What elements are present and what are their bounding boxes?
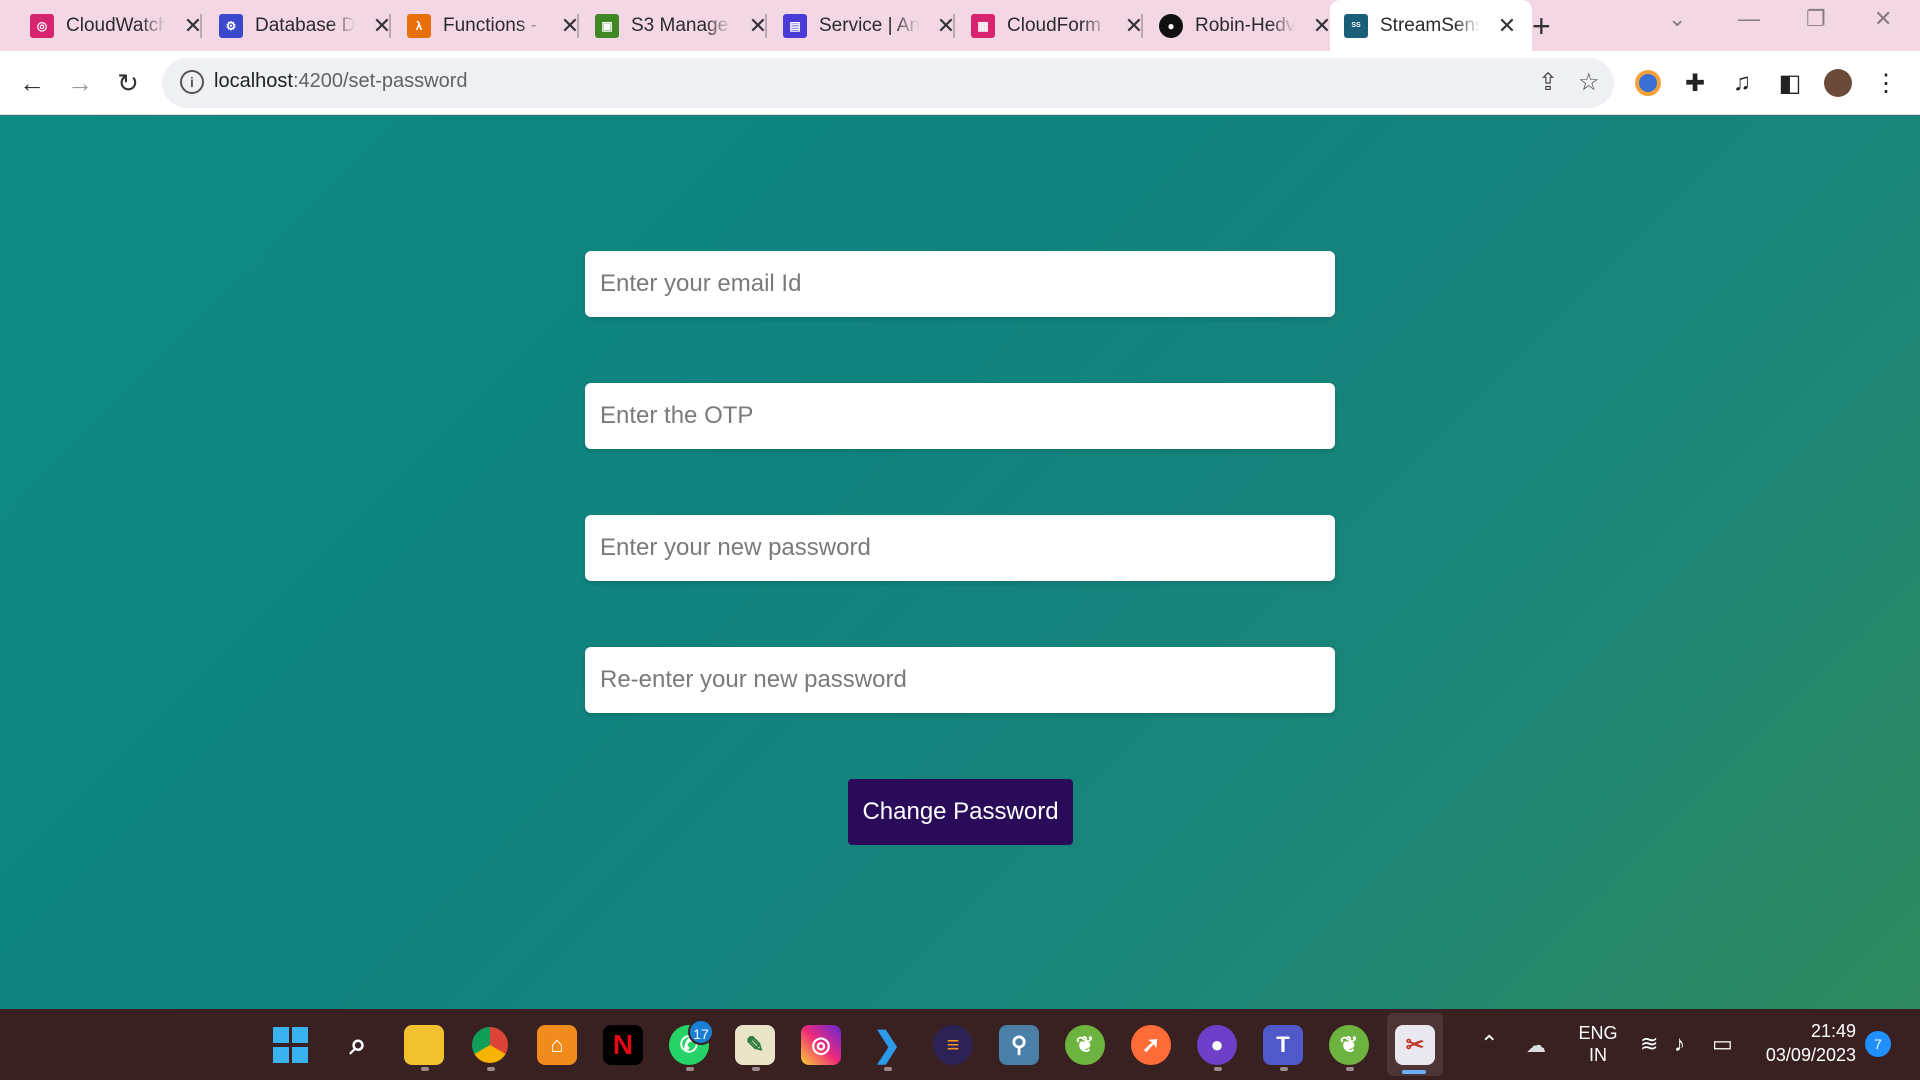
reload-icon[interactable]: ↻ bbox=[108, 63, 148, 103]
url-text[interactable]: localhost:4200/set-password bbox=[214, 70, 467, 93]
extensions-puzzle-icon[interactable]: ✚ bbox=[1677, 65, 1713, 101]
whatsapp-badge: 17 bbox=[688, 1019, 714, 1045]
new-password-input[interactable] bbox=[585, 515, 1335, 581]
tab-title: CloudWatch bbox=[66, 14, 166, 36]
windows-taskbar: ⌕ ⌂ N ✆ 17 ✎ ◎ ❯ ≡ ⚲ ❦ ➚ ● T ❦ ✂ ⌃ ☁ ENG… bbox=[0, 1009, 1920, 1080]
onedrive-error-icon[interactable]: ☁ bbox=[1526, 1033, 1546, 1058]
spring-tools-icon[interactable]: ❦ bbox=[1329, 1025, 1369, 1065]
tab-title: CloudForm bbox=[1007, 14, 1101, 36]
battery-icon[interactable]: ▭ bbox=[1712, 1031, 1733, 1057]
snipping-tool-icon[interactable]: ✂ bbox=[1395, 1025, 1435, 1065]
url-host: localhost bbox=[214, 70, 293, 92]
tab-database[interactable]: ⚙ Database D ✕ bbox=[189, 0, 407, 51]
tab-streamsense[interactable]: SS StreamSens ✕ bbox=[1330, 0, 1532, 51]
tab-title: Robin-Hedv bbox=[1195, 14, 1295, 36]
tab-title: Service | An bbox=[819, 14, 919, 36]
profile-avatar[interactable] bbox=[1820, 65, 1856, 101]
back-arrow-icon[interactable]: ← bbox=[12, 63, 52, 103]
tab-search-icon[interactable]: ⌄ bbox=[1668, 6, 1686, 32]
close-icon[interactable]: ✕ bbox=[1496, 13, 1518, 39]
teams-icon[interactable]: T bbox=[1263, 1025, 1303, 1065]
tab-s3[interactable]: ▣ S3 Manage ✕ bbox=[565, 0, 783, 51]
clock[interactable]: 21:49 03/09/2023 bbox=[1756, 1019, 1856, 1067]
change-password-button[interactable]: Change Password bbox=[848, 779, 1073, 845]
confirm-password-input[interactable] bbox=[585, 647, 1335, 713]
site-info-icon[interactable]: i bbox=[180, 70, 204, 94]
chrome-icon[interactable] bbox=[470, 1025, 510, 1065]
language-indicator[interactable]: ENG IN bbox=[1578, 1022, 1618, 1066]
tab-cloudformation[interactable]: ▦ CloudForm ✕ bbox=[941, 0, 1159, 51]
wifi-icon[interactable]: ≋ bbox=[1640, 1031, 1658, 1057]
volume-icon[interactable]: ♪ bbox=[1674, 1031, 1685, 1057]
spring-icon[interactable]: ❦ bbox=[1065, 1025, 1105, 1065]
vscode-icon[interactable]: ❯ bbox=[867, 1025, 907, 1065]
lambda-icon: λ bbox=[407, 13, 431, 38]
cloudwatch-icon: ◎ bbox=[30, 13, 54, 38]
forward-arrow-icon[interactable]: → bbox=[60, 63, 100, 103]
close-window-button[interactable]: ✕ bbox=[1874, 6, 1892, 32]
url-path: :4200/set-password bbox=[292, 70, 468, 92]
clock-time: 21:49 bbox=[1810, 1021, 1856, 1041]
file-explorer-icon[interactable] bbox=[404, 1025, 444, 1065]
mysql-workbench-icon[interactable]: ⚲ bbox=[999, 1025, 1039, 1065]
running-indicator bbox=[1214, 1067, 1222, 1071]
running-indicator bbox=[686, 1067, 694, 1071]
otp-input[interactable] bbox=[585, 383, 1335, 449]
app-orange-icon[interactable]: ⌂ bbox=[537, 1025, 577, 1065]
minimize-button[interactable]: — bbox=[1738, 6, 1760, 32]
search-icon[interactable]: ⌕ bbox=[338, 1025, 378, 1065]
browser-toolbar: ← → ↻ i localhost:4200/set-password ⇪ ☆ … bbox=[0, 51, 1920, 115]
tab-functions[interactable]: λ Functions - ✕ bbox=[377, 0, 595, 51]
running-indicator bbox=[1280, 1067, 1288, 1071]
clock-date: 03/09/2023 bbox=[1765, 1045, 1856, 1065]
notification-badge[interactable]: 7 bbox=[1865, 1031, 1891, 1057]
running-indicator bbox=[752, 1067, 760, 1071]
instagram-icon[interactable]: ◎ bbox=[801, 1025, 841, 1065]
running-indicator bbox=[1346, 1067, 1354, 1071]
address-bar[interactable]: i localhost:4200/set-password ⇪ ☆ bbox=[162, 58, 1614, 108]
share-icon[interactable]: ⇪ bbox=[1538, 68, 1558, 97]
new-tab-button[interactable]: + bbox=[1532, 8, 1551, 45]
database-icon: ⚙ bbox=[219, 13, 243, 38]
set-password-page: Change Password bbox=[0, 116, 1920, 1009]
tab-title: StreamSens bbox=[1380, 14, 1480, 36]
restore-button[interactable]: ❐ bbox=[1806, 6, 1826, 32]
tab-title: Functions - bbox=[443, 14, 537, 36]
tab-github[interactable]: ● Robin-Hedv ✕ bbox=[1129, 0, 1347, 51]
email-input[interactable] bbox=[585, 251, 1335, 317]
bookmark-star-icon[interactable]: ☆ bbox=[1578, 68, 1600, 97]
extension-vpn-icon[interactable] bbox=[1630, 65, 1666, 101]
netflix-icon[interactable]: N bbox=[603, 1025, 643, 1065]
tray-overflow-chevron-icon[interactable]: ⌃ bbox=[1480, 1031, 1498, 1057]
running-indicator bbox=[421, 1067, 429, 1071]
eclipse-icon[interactable]: ≡ bbox=[933, 1025, 973, 1065]
notepad-icon[interactable]: ✎ bbox=[735, 1025, 775, 1065]
media-control-icon[interactable]: ♫ bbox=[1724, 65, 1760, 101]
cloudformation-icon: ▦ bbox=[971, 13, 995, 38]
start-windows-icon[interactable] bbox=[271, 1026, 309, 1064]
tab-strip: ◎ CloudWatch ✕ ⚙ Database D ✕ λ Function… bbox=[0, 0, 1920, 51]
github-icon: ● bbox=[1159, 13, 1183, 38]
streamsense-icon: SS bbox=[1344, 13, 1368, 38]
tab-title: Database D bbox=[255, 14, 355, 36]
service-icon: ▤ bbox=[783, 13, 807, 38]
language-code: ENG bbox=[1578, 1023, 1618, 1043]
running-indicator bbox=[884, 1067, 892, 1071]
running-indicator bbox=[487, 1067, 495, 1071]
postman-icon[interactable]: ➚ bbox=[1131, 1025, 1171, 1065]
github-desktop-icon[interactable]: ● bbox=[1197, 1025, 1237, 1065]
s3-icon: ▣ bbox=[595, 13, 619, 38]
tab-service[interactable]: ▤ Service | An ✕ bbox=[753, 0, 971, 51]
region-code: IN bbox=[1589, 1045, 1607, 1065]
side-panel-icon[interactable]: ◧ bbox=[1772, 65, 1808, 101]
active-app-indicator bbox=[1402, 1070, 1426, 1074]
menu-kebab-icon[interactable]: ⋮ bbox=[1868, 65, 1904, 101]
tab-title: S3 Manage bbox=[631, 14, 729, 36]
tab-cloudwatch[interactable]: ◎ CloudWatch ✕ bbox=[0, 0, 218, 51]
